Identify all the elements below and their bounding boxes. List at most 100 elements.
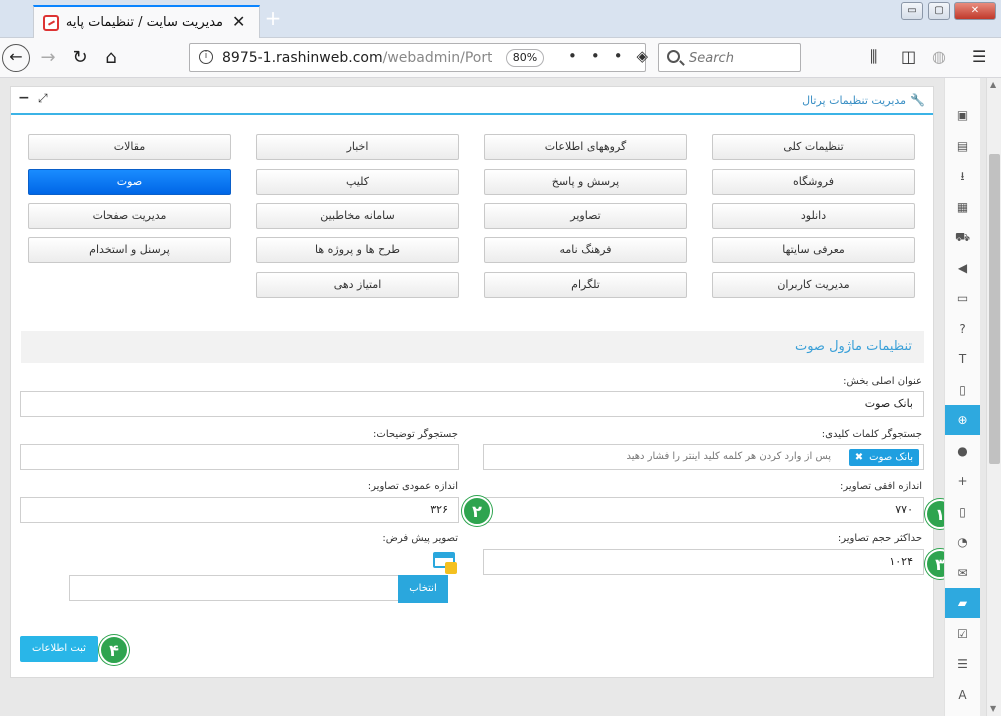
module-user-management[interactable]: مدیریت کاربران [712,272,915,298]
check-square-icon[interactable]: ☑ [945,619,980,649]
folder-open-icon[interactable]: ▰ [945,588,980,618]
module-contacts[interactable]: سامانه مخاطبین [256,203,459,229]
keyword-search-field[interactable]: بانک صوت✖ پس از وارد کردن هر کلمه کلید ا… [483,444,924,470]
module-page-management[interactable]: مدیریت صفحات [28,203,231,229]
zoom-indicator[interactable]: 80% [506,49,544,67]
module-faq[interactable]: پرسش و پاسخ [484,169,687,195]
speaker-icon[interactable]: ◀ [945,253,980,283]
module-personnel[interactable]: پرسنل و استخدام [28,237,231,263]
module-projects[interactable]: طرح ها و پروژه ها [256,237,459,263]
window-close-button[interactable]: ✕ [954,2,996,20]
page-content: − ⤢ 🔧مدیریت تنظیمات پرتال تنظیمات کلی گر… [0,78,986,716]
new-tab-button[interactable]: + [262,6,284,30]
module-glossary[interactable]: فرهنگ نامه [484,237,687,263]
module-clip[interactable]: کلیپ [256,169,459,195]
list-icon[interactable]: ☰ [945,649,980,679]
panel-minimize-icon[interactable]: − [18,90,30,106]
default-image-path-field[interactable] [69,575,399,601]
url-text[interactable]: 8975-1.rashinweb.com/webadmin/Porta [222,50,492,66]
font-icon[interactable]: A [945,680,980,710]
wrench-icon: 🔧 [910,93,925,107]
panel-header: − ⤢ 🔧مدیریت تنظیمات پرتال [11,87,933,115]
module-site-intro[interactable]: معرفی سایتها [712,237,915,263]
browser-navbar: ← → ↻ ⌂ i 8975-1.rashinweb.com/webadmin/… [0,38,1001,78]
keyword-hint: پس از وارد کردن هر کلمه کلید اینتر را فش… [626,451,831,462]
scroll-down-icon[interactable]: ▼ [990,704,996,713]
admin-icon-sidebar: ▣ ▤ ⭳ ▦ ⛟ ◀ ▭? T ▯ ⊕ ● + ▯ ◔ ✉ ▰ ☑ ☰ A [944,78,980,716]
reload-icon[interactable]: ↻ [66,44,94,72]
globe-icon[interactable]: ◍ [932,47,946,66]
cart-icon[interactable]: ⛟ [945,222,980,252]
url-bar[interactable]: i 8975-1.rashinweb.com/webadmin/Porta 80… [189,43,675,72]
keyword-search-label: جستجوگر کلمات کلیدی: [821,429,922,440]
keyword-tag[interactable]: بانک صوت✖ [848,449,919,466]
module-download[interactable]: دانلود [712,203,915,229]
window-maximize-button[interactable]: ▢ [928,2,950,20]
module-images[interactable]: تصاویر [484,203,687,229]
site-favicon-icon [43,15,59,31]
browser-titlebar: ✕ مدیریت سایت / تنظیمات پایه + ▭ ▢ ✕ [0,0,1001,38]
image-upload-icon [433,552,457,574]
max-size-field[interactable]: ۱۰۲۴ [483,549,924,575]
monitor-icon[interactable]: ▭ [945,283,980,313]
default-image-label: تصویر پیش فرض: [382,533,458,544]
main-title-label: عنوان اصلی بخش: [843,376,922,387]
vertical-size-label: اندازه عمودی تصاویر: [367,481,458,492]
module-news[interactable]: اخبار [256,134,459,160]
browser-tab[interactable]: ✕ مدیریت سایت / تنظیمات پایه [33,5,260,38]
tab-close-icon[interactable]: ✕ [232,12,245,31]
module-audio[interactable]: صوت [28,169,231,195]
more-actions-icon: ••• [568,47,637,65]
file-icon[interactable]: ▯ [945,375,980,405]
user-add-icon[interactable]: + [945,466,980,496]
module-telegram[interactable]: تلگرام [484,272,687,298]
film-icon[interactable]: ▦ [945,192,980,222]
mobile-icon[interactable]: ▯ [945,497,980,527]
question-icon[interactable]: ? [945,314,980,344]
panel-title: 🔧مدیریت تنظیمات پرتال [802,93,925,107]
forward-arrow-icon[interactable]: → [34,44,62,72]
user-icon[interactable]: ● [945,436,980,466]
module-info-groups[interactable]: گروههای اطلاعات [484,134,687,160]
library-icon[interactable]: ⫼ [870,47,877,67]
section-header: تنظیمات ماژول صوت [21,331,924,363]
max-size-label: حداکثر حجم تصاویر: [837,533,922,544]
horizontal-size-field[interactable]: ۷۷۰ [483,497,924,523]
image-icon[interactable]: ▣ [945,100,980,130]
document-icon[interactable]: ▤ [945,131,980,161]
choose-image-button[interactable]: انتخاب [398,575,448,603]
module-shop[interactable]: فروشگاه [712,169,915,195]
module-rating[interactable]: امتیاز دهی [256,272,459,298]
description-search-label: جستجوگر توضیحات: [373,429,458,440]
portal-settings-panel: − ⤢ 🔧مدیریت تنظیمات پرتال تنظیمات کلی گر… [10,86,955,678]
download-icon[interactable]: ⭳ [945,161,980,191]
page-scrollbar[interactable]: ▲ ▼ [986,78,1001,716]
comments-icon[interactable]: ◔ [945,527,980,557]
sidebar-toggle-icon[interactable]: ◫ [901,47,916,66]
main-title-field[interactable]: بانک صوت [20,391,924,417]
panel-expand-icon[interactable]: ⤢ [38,91,48,106]
search-icon [667,50,680,63]
window-minimize-button[interactable]: ▭ [901,2,923,20]
vertical-size-field[interactable]: ۳۲۶ [20,497,459,523]
module-articles[interactable]: مقالات [28,134,231,160]
envelope-icon[interactable]: ✉ [945,558,980,588]
site-info-icon[interactable]: i [199,50,213,64]
back-arrow-icon[interactable]: ← [2,44,30,72]
submit-button[interactable]: ثبت اطلاعات [20,636,98,662]
annotation-badge-4: ۴ [99,635,129,665]
sitemap-icon[interactable]: ⊕ [945,405,980,435]
text-icon[interactable]: T [945,344,980,374]
scrollbar-thumb[interactable] [989,154,1000,464]
search-input[interactable] [689,48,797,68]
section-title: تنظیمات ماژول صوت [794,339,912,354]
description-search-field[interactable] [20,444,459,470]
horizontal-size-label: اندازه افقی تصاویر: [840,481,922,492]
search-box[interactable] [658,43,801,72]
module-general-settings[interactable]: تنظیمات کلی [712,134,915,160]
menu-hamburger-icon[interactable]: ☰ [972,47,986,66]
tag-remove-icon[interactable]: ✖ [855,452,863,463]
home-icon[interactable]: ⌂ [97,44,125,72]
scroll-up-icon[interactable]: ▲ [990,80,996,89]
annotation-badge-2: ۲ [462,496,492,526]
